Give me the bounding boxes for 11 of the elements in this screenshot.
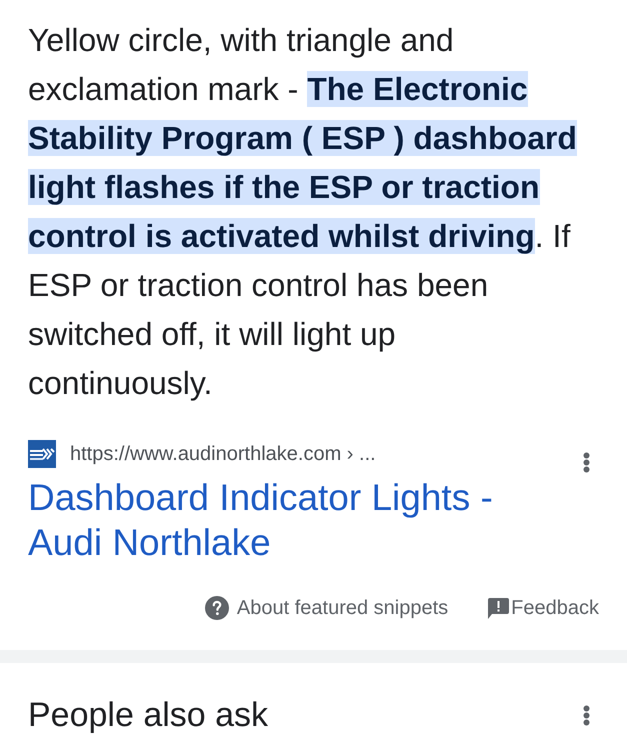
result-url: https://www.audinorthlake.com › ... [70,442,376,466]
about-snippets-button[interactable]: About featured snippets [204,596,448,620]
more-options-icon[interactable] [583,452,590,472]
alert-bubble-icon [488,598,510,618]
section-heading: People also ask [28,695,268,735]
result-title-link[interactable]: Dashboard Indicator Lights - Audi Northlake [28,475,528,565]
feedback-button[interactable]: Feedback [488,596,599,620]
help-icon [204,596,229,620]
featured-snippet-text: Yellow circle, with triangle and exclamation mark - The Electronic Stability Program ( ESP ) dashboard light flashes if the ESP or traction control is activated whilst driving. If ESP or traction control has been switched off, it will light up continuously. [28,21,578,403]
more-options-icon[interactable] [583,704,590,726]
site-logo-icon [28,440,56,468]
